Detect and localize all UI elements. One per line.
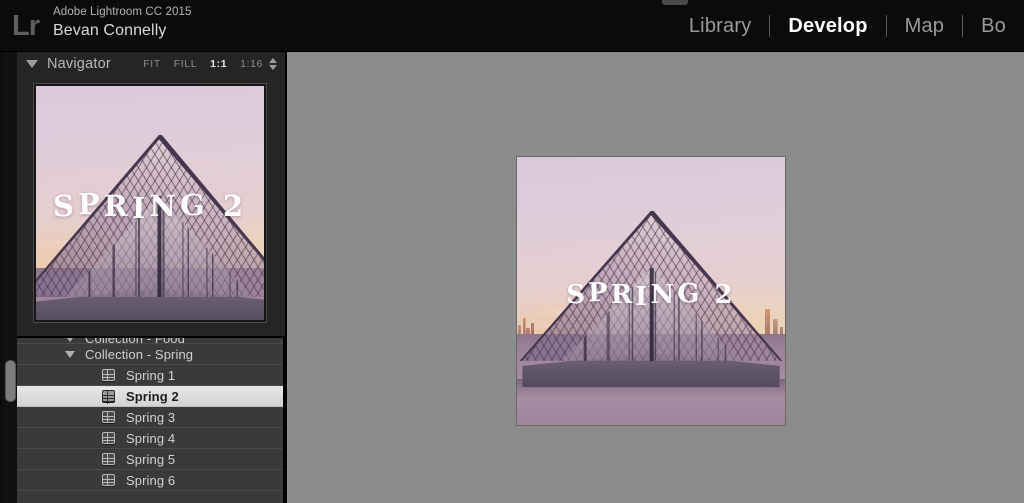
collection-item-label: Spring 6: [126, 472, 176, 488]
collection-item-label: Spring 5: [126, 451, 176, 467]
collection-group-label: Collection - Spring: [85, 346, 194, 362]
module-develop[interactable]: Develop: [770, 8, 885, 44]
collection-icon: [102, 411, 115, 423]
navigator-preview-image[interactable]: SPRING 2: [36, 86, 264, 320]
collection-icon: [102, 474, 115, 486]
collection-item-spring-2[interactable]: Spring 2: [17, 386, 283, 407]
module-library[interactable]: Library: [671, 8, 770, 44]
photo-frame[interactable]: SPRING 2: [517, 157, 785, 425]
collection-icon: [102, 369, 115, 381]
collection-item-spring-1[interactable]: Spring 1: [17, 365, 283, 386]
collection-item-spring-3[interactable]: Spring 3: [17, 407, 283, 428]
top-bar: Lr Adobe Lightroom CC 2015 Bevan Connell…: [0, 0, 1024, 52]
main-photo[interactable]: SPRING 2: [517, 157, 785, 425]
navigator-preview-frame[interactable]: SPRING 2: [34, 84, 266, 322]
develop-canvas: SPRING 2: [287, 52, 1024, 503]
zoom-fit-button[interactable]: FIT: [143, 58, 161, 70]
up-down-chevron-icon[interactable]: [269, 58, 277, 70]
module-map[interactable]: Map: [887, 8, 963, 44]
collection-icon: [102, 390, 115, 402]
collection-item-spring-4[interactable]: Spring 4: [17, 428, 283, 449]
collection-item-label: Spring 1: [126, 367, 176, 383]
photo-caption-overlay: SPRING 2: [52, 186, 248, 226]
lightroom-logo: Lr: [12, 10, 40, 42]
identity-plate[interactable]: Adobe Lightroom CC 2015 Bevan Connelly: [53, 5, 191, 41]
lightroom-window: Lr Adobe Lightroom CC 2015 Bevan Connell…: [0, 0, 1024, 503]
left-panel-scrollbar-thumb[interactable]: [5, 360, 16, 402]
collection-item-label: Spring 3: [126, 409, 176, 425]
product-name: Adobe Lightroom CC 2015: [53, 6, 192, 18]
navigator-title: Navigator: [47, 56, 111, 72]
collection-icon: [102, 453, 115, 465]
photo-caption-overlay: SPRING 2: [566, 278, 736, 313]
top-panel-collapse-handle[interactable]: [662, 0, 688, 5]
collection-item-spring-5[interactable]: Spring 5: [17, 449, 283, 470]
zoom-ratio-button[interactable]: 1:16: [240, 58, 263, 70]
navigator-zoom-controls: FIT FILL 1:1 1:16: [143, 52, 277, 76]
navigator-panel: Navigator FIT FILL 1:1 1:16 SPRING 2: [17, 52, 287, 338]
collection-item-label: Spring 4: [126, 430, 176, 446]
triangle-down-icon[interactable]: [65, 350, 75, 358]
navigator-header[interactable]: Navigator FIT FILL 1:1 1:16: [17, 52, 285, 76]
user-name: Bevan Connelly: [53, 22, 167, 39]
triangle-down-icon[interactable]: [65, 338, 75, 342]
collection-icon: [102, 432, 115, 444]
collections-list: Collection - Food Collection - Spring Sp…: [17, 338, 283, 503]
module-book[interactable]: Bo: [963, 8, 1024, 44]
collection-item-spring-6[interactable]: Spring 6: [17, 470, 283, 491]
left-panel-scrollbar-track[interactable]: [3, 52, 17, 503]
collection-item-label: Spring 2: [126, 388, 179, 404]
module-picker: Library Develop Map Bo: [671, 8, 1024, 44]
collection-group-spring[interactable]: Collection - Spring: [17, 344, 283, 365]
zoom-fill-button[interactable]: FILL: [174, 58, 197, 70]
triangle-down-icon[interactable]: [26, 60, 38, 68]
zoom-1-1-button[interactable]: 1:1: [210, 58, 227, 70]
